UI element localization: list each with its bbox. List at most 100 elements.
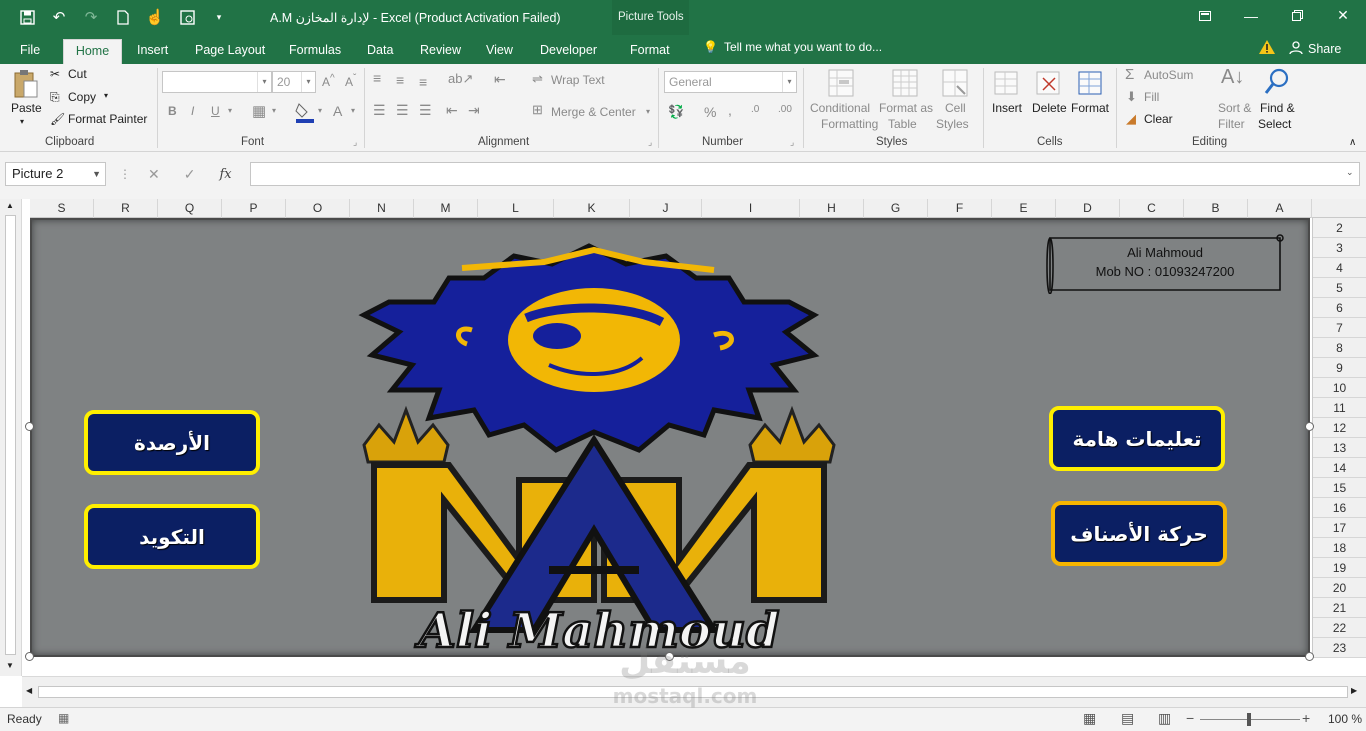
copy-dropdown-icon[interactable]: ▾ <box>104 91 108 100</box>
coding-button[interactable]: التكويد <box>84 504 260 569</box>
insert-cells-button[interactable]: Insert <box>992 101 1022 115</box>
percent-icon[interactable]: % <box>704 104 716 120</box>
font-size-combo[interactable]: 20 ▾ <box>272 71 316 93</box>
cut-icon[interactable]: ✂ <box>50 67 60 81</box>
eraser-icon[interactable]: ◢ <box>1126 111 1136 127</box>
column-header[interactable]: I <box>702 199 800 218</box>
align-middle-icon[interactable]: ≡ <box>396 72 404 88</box>
delete-cells-icon[interactable] <box>1034 67 1064 99</box>
grow-font-icon[interactable]: A^ <box>322 73 335 89</box>
restore-icon[interactable] <box>1274 0 1320 31</box>
format-cells-button[interactable]: Format <box>1071 101 1109 115</box>
increase-decimal-icon[interactable]: .0 <box>751 104 759 115</box>
row-header[interactable]: 23 <box>1313 638 1366 658</box>
increase-indent-icon[interactable]: ⇥ <box>468 102 480 119</box>
tab-file[interactable]: File <box>12 39 48 64</box>
zoom-in-icon[interactable]: + <box>1302 710 1310 726</box>
chevron-down-icon[interactable]: ▾ <box>646 107 650 116</box>
resize-handle[interactable] <box>25 422 34 431</box>
tell-me-box[interactable]: 💡 Tell me what you want to do... <box>703 40 882 54</box>
format-painter-icon[interactable]: 🖌 <box>50 112 65 126</box>
row-header[interactable]: 21 <box>1313 598 1366 618</box>
copy-icon[interactable]: ⎘ <box>50 90 60 105</box>
merge-icon[interactable]: ⊞ <box>532 102 543 118</box>
decrease-decimal-icon[interactable]: .00 <box>778 104 792 115</box>
comma-icon[interactable]: , <box>728 102 732 118</box>
row-header[interactable]: 5 <box>1313 278 1366 298</box>
fill-color-icon[interactable] <box>294 100 316 124</box>
minimize-icon[interactable]: — <box>1228 0 1274 31</box>
chevron-down-icon[interactable]: ▾ <box>318 106 322 115</box>
scroll-right-icon[interactable]: ▶ <box>1351 686 1357 695</box>
macro-record-icon[interactable]: ▦ <box>58 711 69 725</box>
tab-developer[interactable]: Developer <box>532 39 605 64</box>
redo-icon[interactable]: ↷ <box>78 5 104 29</box>
zoom-slider-thumb[interactable] <box>1247 713 1251 726</box>
expand-formula-icon[interactable]: ⌄ <box>1346 167 1354 178</box>
scroll-left-icon[interactable]: ◀ <box>26 686 32 695</box>
ribbon-display-icon[interactable] <box>1182 0 1228 31</box>
borders-icon[interactable]: ▦ <box>252 102 266 120</box>
scroll-up-icon[interactable]: ▲ <box>6 201 14 210</box>
row-header[interactable]: 11 <box>1313 398 1366 418</box>
font-color-icon[interactable]: A <box>333 103 342 119</box>
column-header[interactable]: P <box>222 199 286 218</box>
formula-input[interactable] <box>250 162 1360 186</box>
bold-icon[interactable]: B <box>168 104 177 118</box>
column-header[interactable]: M <box>414 199 478 218</box>
cell-styles-icon[interactable] <box>940 67 970 99</box>
tab-formulas[interactable]: Formulas <box>281 39 349 64</box>
tab-home[interactable]: Home <box>63 39 122 64</box>
row-header[interactable]: 13 <box>1313 438 1366 458</box>
format-painter-button[interactable]: Format Painter <box>68 112 147 126</box>
fill-icon[interactable]: ⬇ <box>1126 89 1137 105</box>
row-header[interactable]: 22 <box>1313 618 1366 638</box>
row-header[interactable]: 17 <box>1313 518 1366 538</box>
instructions-button[interactable]: تعليمات هامة <box>1049 406 1225 471</box>
column-header[interactable]: K <box>554 199 630 218</box>
name-box[interactable]: Picture 2 ▼ <box>5 162 106 186</box>
delete-cells-button[interactable]: Delete <box>1032 101 1067 115</box>
select-all-corner[interactable] <box>1312 199 1366 218</box>
touch-mode-icon[interactable]: ☝ <box>142 5 168 29</box>
paste-icon[interactable] <box>12 68 40 100</box>
align-top-icon[interactable]: ≡ <box>373 70 381 86</box>
merge-center-button[interactable]: Merge & Center <box>551 105 636 119</box>
format-as-table-button[interactable]: Format as <box>879 101 933 115</box>
row-header[interactable]: 4 <box>1313 258 1366 278</box>
insert-cells-icon[interactable] <box>992 67 1022 99</box>
autosum-button[interactable]: AutoSum <box>1144 68 1193 82</box>
row-header[interactable]: 20 <box>1313 578 1366 598</box>
chevron-down-icon[interactable]: ▾ <box>351 106 355 115</box>
row-header[interactable]: 6 <box>1313 298 1366 318</box>
column-header[interactable]: N <box>350 199 414 218</box>
new-icon[interactable] <box>110 5 136 29</box>
dialog-launcher-icon[interactable]: ⌟ <box>353 137 357 148</box>
find-select-button[interactable]: Find & <box>1260 101 1295 115</box>
zoom-level[interactable]: 100 % <box>1328 712 1362 726</box>
sort-filter-icon[interactable]: A↓ <box>1221 66 1244 89</box>
zoom-out-icon[interactable]: − <box>1186 710 1194 726</box>
cell-styles-button[interactable]: Cell <box>945 101 966 115</box>
column-header[interactable]: L <box>478 199 554 218</box>
scroll-thumb[interactable] <box>5 215 16 655</box>
decrease-indent-icon[interactable]: ⇤ <box>446 102 458 119</box>
balances-button[interactable]: الأرصدة <box>84 410 260 475</box>
column-header[interactable]: G <box>864 199 928 218</box>
paste-dropdown-icon[interactable]: ▾ <box>20 117 24 126</box>
cancel-icon[interactable]: ✕ <box>148 166 160 183</box>
column-header[interactable]: C <box>1120 199 1184 218</box>
column-header[interactable]: J <box>630 199 702 218</box>
dialog-launcher-icon[interactable]: ⌟ <box>648 137 652 148</box>
row-header[interactable]: 10 <box>1313 378 1366 398</box>
shrink-font-icon[interactable]: Aˇ <box>345 73 356 89</box>
column-header[interactable]: B <box>1184 199 1248 218</box>
resize-handle[interactable] <box>25 652 34 661</box>
column-header[interactable]: E <box>992 199 1056 218</box>
column-header[interactable]: F <box>928 199 992 218</box>
column-header[interactable]: O <box>286 199 350 218</box>
conditional-formatting-icon[interactable] <box>826 67 856 99</box>
italic-icon[interactable]: I <box>191 104 194 118</box>
save-icon[interactable] <box>14 5 40 29</box>
row-header[interactable]: 8 <box>1313 338 1366 358</box>
